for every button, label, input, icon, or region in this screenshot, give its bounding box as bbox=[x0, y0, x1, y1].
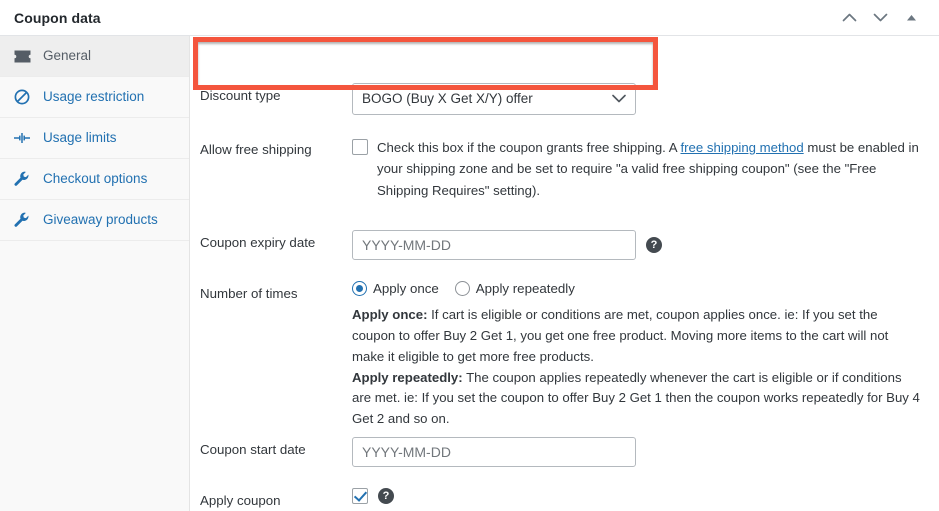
help-icon[interactable]: ? bbox=[646, 237, 662, 253]
number-of-times-row: Number of times Apply once Apply repeate… bbox=[190, 281, 939, 430]
sidebar-item-checkout-options[interactable]: Checkout options bbox=[0, 159, 189, 200]
coupon-start-date-label: Coupon start date bbox=[200, 442, 306, 457]
apply-once-desc-title: Apply once: bbox=[352, 307, 428, 322]
number-of-times-description: Apply once: If cart is eligible or condi… bbox=[352, 305, 922, 430]
allow-free-shipping-row: Allow free shipping Check this box if th… bbox=[190, 137, 939, 201]
apply-once-radio[interactable] bbox=[352, 281, 367, 296]
apply-coupon-automatically-row: Apply coupon automatically ? bbox=[190, 488, 939, 511]
sidebar-item-label: Giveaway products bbox=[43, 212, 158, 228]
discount-type-select[interactable]: BOGO (Buy X Get X/Y) offer bbox=[352, 83, 636, 115]
ticket-icon bbox=[11, 50, 33, 63]
coupon-expiry-date-label: Coupon expiry date bbox=[200, 235, 316, 250]
apply-once-label[interactable]: Apply once bbox=[373, 281, 439, 296]
apply-repeatedly-label[interactable]: Apply repeatedly bbox=[476, 281, 575, 296]
number-of-times-label: Number of times bbox=[200, 286, 298, 301]
apply-repeatedly-option[interactable]: Apply repeatedly bbox=[454, 281, 591, 296]
triangle-up-icon[interactable] bbox=[901, 8, 921, 28]
apply-repeatedly-radio[interactable] bbox=[454, 281, 470, 296]
coupon-start-date-input[interactable] bbox=[352, 437, 636, 467]
sidebar-item-general[interactable]: General bbox=[0, 36, 189, 77]
coupon-data-panel: Coupon data General Usage restriction Us… bbox=[0, 0, 939, 511]
discount-type-label: Discount type bbox=[200, 88, 281, 103]
coupon-data-tabs-sidebar: General Usage restriction Usage limits C… bbox=[0, 36, 190, 511]
apply-coupon-automatically-label: Apply coupon automatically bbox=[200, 493, 281, 508]
sidebar-item-label: General bbox=[43, 48, 92, 64]
apply-once-option[interactable]: Apply once bbox=[352, 281, 455, 296]
allow-free-shipping-checkbox[interactable] bbox=[352, 139, 368, 155]
apply-coupon-automatically-checkbox[interactable] bbox=[352, 488, 368, 504]
free-shipping-text-before: Check this box if the coupon grants free… bbox=[377, 140, 681, 155]
sidebar-item-label: Checkout options bbox=[43, 171, 148, 187]
apply-once-desc-body: If cart is eligible or conditions are me… bbox=[352, 307, 889, 364]
allow-free-shipping-label: Allow free shipping bbox=[200, 142, 312, 157]
no-entry-icon bbox=[11, 89, 33, 105]
sidebar-item-label: Usage restriction bbox=[43, 89, 145, 105]
coupon-expiry-date-input[interactable] bbox=[352, 230, 636, 260]
sidebar-item-usage-restriction[interactable]: Usage restriction bbox=[0, 77, 189, 118]
discount-type-row: Discount type BOGO (Buy X Get X/Y) offer bbox=[190, 83, 939, 115]
free-shipping-method-link[interactable]: free shipping method bbox=[681, 140, 804, 155]
panel-header: Coupon data bbox=[0, 0, 939, 36]
wrench-icon bbox=[11, 212, 33, 228]
page-title: Coupon data bbox=[14, 9, 101, 26]
coupon-general-form: Discount type BOGO (Buy X Get X/Y) offer… bbox=[190, 36, 939, 511]
apply-repeatedly-desc-title: Apply repeatedly: bbox=[352, 369, 463, 385]
chevron-down-icon[interactable] bbox=[870, 8, 890, 28]
coupon-expiry-date-row: Coupon expiry date ? bbox=[190, 230, 939, 260]
wrench-icon bbox=[11, 171, 33, 187]
panel-body: General Usage restriction Usage limits C… bbox=[0, 36, 939, 511]
number-of-times-radio-group: Apply once Apply repeatedly bbox=[352, 281, 927, 296]
chevron-up-icon[interactable] bbox=[839, 8, 859, 28]
sidebar-item-giveaway-products[interactable]: Giveaway products bbox=[0, 200, 189, 241]
limit-arrows-icon bbox=[11, 131, 33, 145]
allow-free-shipping-description: Check this box if the coupon grants free… bbox=[377, 137, 927, 201]
sidebar-item-usage-limits[interactable]: Usage limits bbox=[0, 118, 189, 159]
panel-header-actions bbox=[839, 8, 925, 28]
help-icon[interactable]: ? bbox=[378, 488, 394, 504]
coupon-start-date-row: Coupon start date bbox=[190, 437, 939, 467]
sidebar-item-label: Usage limits bbox=[43, 130, 117, 146]
